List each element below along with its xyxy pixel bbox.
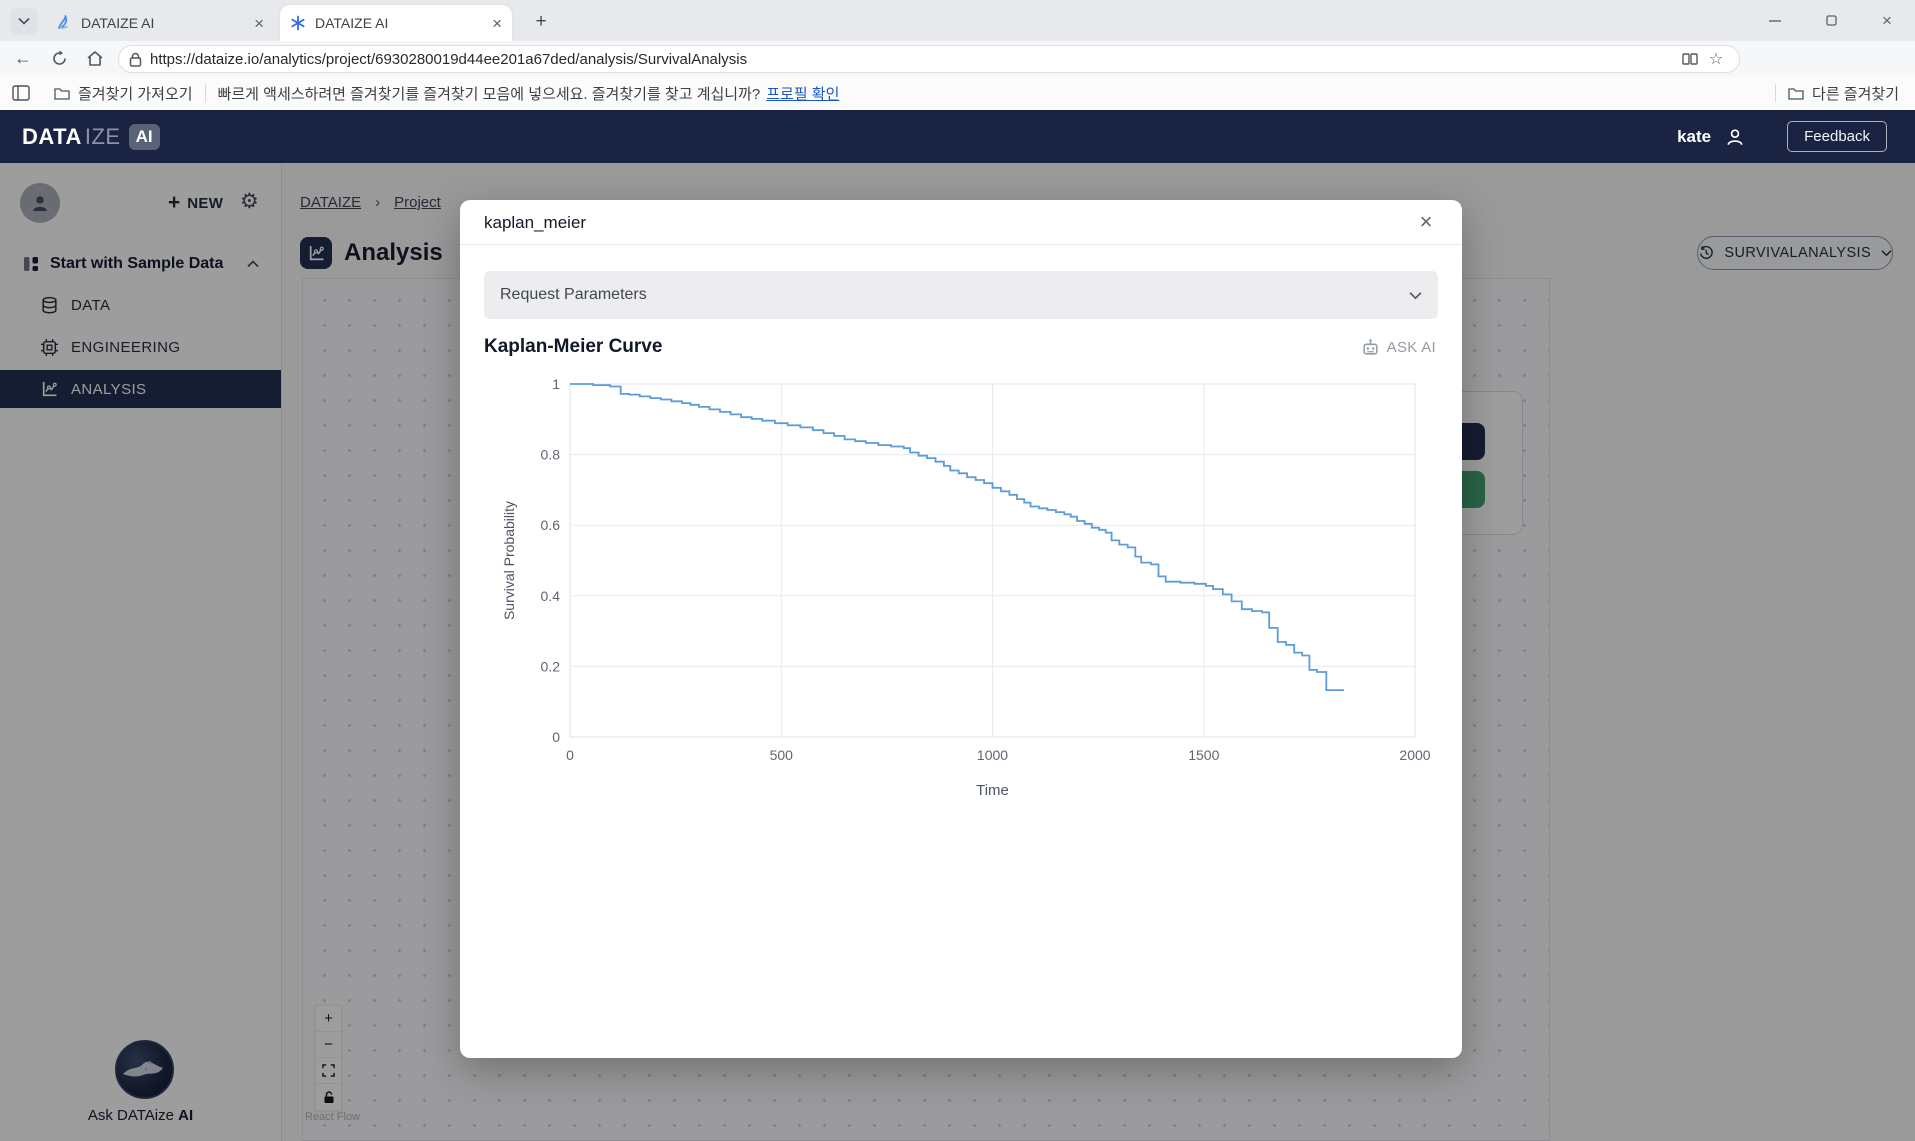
user-name: kate	[1677, 127, 1711, 147]
divider	[1775, 84, 1776, 102]
robot-icon	[1361, 338, 1380, 357]
url-text: https://dataize.io/analytics/project/693…	[150, 51, 1677, 68]
divider	[205, 84, 206, 102]
ask-ai-label: ASK AI	[1387, 339, 1436, 356]
bird-logo-icon	[56, 15, 72, 31]
folder-icon	[1788, 86, 1804, 100]
svg-text:0.8: 0.8	[541, 447, 561, 463]
address-bar[interactable]: https://dataize.io/analytics/project/693…	[118, 45, 1740, 73]
window-maximize-button[interactable]	[1803, 0, 1859, 41]
svg-text:0.4: 0.4	[541, 588, 561, 604]
kaplan-meier-chart: 0 0.2 0.4 0.6 0.8 1 0 500 1000 1500 2000 Time Surviv…	[484, 368, 1438, 818]
folder-icon	[54, 86, 70, 100]
svg-text:0: 0	[552, 729, 560, 745]
workspace: DATAIZE › Project Analysis SURVIVALANALY…	[0, 163, 1915, 1141]
svg-text:500: 500	[770, 747, 794, 763]
window-minimize-button[interactable]	[1747, 0, 1803, 41]
chevron-down-icon	[18, 17, 30, 25]
svg-text:0.2: 0.2	[541, 658, 561, 674]
tab-close-icon[interactable]: ×	[492, 15, 502, 32]
profile-check-link[interactable]: 프로필 확인	[766, 83, 839, 104]
accordion-label: Request Parameters	[500, 286, 1409, 304]
svg-text:1: 1	[552, 376, 560, 392]
split-screen-button[interactable]	[1677, 52, 1703, 66]
window-controls: ×	[1747, 0, 1915, 41]
svg-text:0: 0	[566, 747, 574, 763]
new-tab-button[interactable]: +	[528, 9, 554, 35]
import-favorites-button[interactable]: 즐겨찾기 가져오기	[54, 83, 193, 104]
back-button[interactable]: ←	[8, 45, 38, 73]
home-button[interactable]	[80, 45, 110, 73]
modal-title: kaplan_meier	[484, 200, 586, 245]
dataize-logo[interactable]: DATA IZE AI	[22, 124, 160, 150]
refresh-icon	[51, 50, 68, 67]
snowflake-logo-icon	[290, 15, 306, 31]
kaplan-meier-modal: kaplan_meier × Request Parameters Kaplan…	[460, 200, 1462, 1058]
request-parameters-accordion[interactable]: Request Parameters	[484, 271, 1438, 319]
browser-nav-bar: ← https://dataize.io/analytics/project/6…	[0, 41, 1915, 77]
km-chart-svg: 0 0.2 0.4 0.6 0.8 1 0 500 1000 1500 2000 Time Surviv…	[484, 368, 1438, 818]
other-favorites-button[interactable]: 다른 즐겨찾기	[1788, 83, 1899, 104]
favorites-hint-text: 빠르게 액세스하려면 즐겨찾기를 즐겨찾기 모음에 넣으세요. 즐겨찾기를 찾고…	[218, 83, 761, 104]
logo-data-text: DATA	[22, 124, 82, 150]
user-menu-button[interactable]	[1725, 127, 1745, 147]
chevron-down-icon	[1409, 291, 1422, 300]
split-screen-icon	[1682, 52, 1698, 66]
svg-text:1500: 1500	[1188, 747, 1219, 763]
tab-search-button[interactable]	[10, 8, 38, 34]
browser-tab-2-active[interactable]: DATAIZE AI ×	[280, 5, 512, 41]
person-icon	[1725, 127, 1745, 147]
logo-ize-text: IZE	[85, 124, 121, 150]
feedback-button[interactable]: Feedback	[1787, 121, 1887, 152]
svg-text:2000: 2000	[1399, 747, 1430, 763]
chart-title: Kaplan-Meier Curve	[484, 336, 662, 358]
panel-icon	[12, 85, 30, 101]
window-close-button[interactable]: ×	[1859, 0, 1915, 41]
browser-tab-1[interactable]: DATAIZE AI ×	[46, 5, 274, 41]
logo-ai-badge: AI	[129, 124, 160, 150]
svg-text:0.6: 0.6	[541, 517, 561, 533]
favorites-bar: 즐겨찾기 가져오기 빠르게 액세스하려면 즐겨찾기를 즐겨찾기 모음에 넣으세요…	[0, 76, 1915, 111]
browser-tab-strip: DATAIZE AI × DATAIZE AI × + ×	[0, 0, 1915, 41]
app-header: DATA IZE AI kate Feedback	[0, 110, 1915, 163]
modal-header: kaplan_meier ×	[460, 200, 1462, 245]
other-favorites-label: 다른 즐겨찾기	[1812, 83, 1899, 104]
ask-ai-button[interactable]: ASK AI	[1361, 338, 1436, 357]
home-icon	[86, 50, 104, 67]
import-favorites-label: 즐겨찾기 가져오기	[78, 83, 193, 104]
sidebar-panel-button[interactable]	[12, 85, 30, 101]
refresh-button[interactable]	[44, 45, 74, 73]
svg-text:1000: 1000	[977, 747, 1008, 763]
lock-icon	[129, 52, 142, 67]
screen: DATAIZE AI × DATAIZE AI × + × ← https://…	[0, 0, 1915, 1141]
tab-title: DATAIZE AI	[315, 15, 484, 31]
tab-title: DATAIZE AI	[81, 15, 246, 31]
svg-text:Survival Probability: Survival Probability	[501, 501, 517, 620]
modal-close-button[interactable]: ×	[1412, 208, 1440, 236]
tab-close-icon[interactable]: ×	[254, 15, 264, 32]
favorite-star-button[interactable]: ☆	[1703, 49, 1729, 69]
svg-text:Time: Time	[976, 782, 1009, 799]
